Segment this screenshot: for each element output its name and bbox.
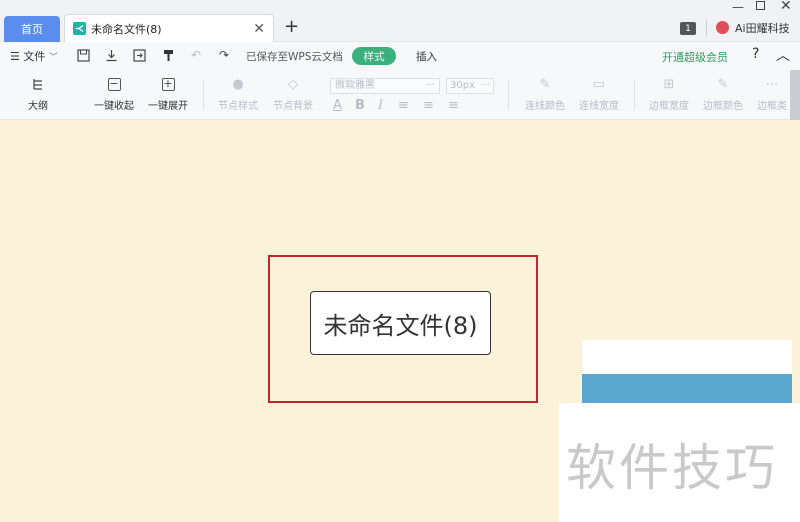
collapse-ribbon-icon[interactable]: ︿ [776,45,790,65]
tab-document-label: 未命名文件(8) [91,22,162,36]
divider [203,80,204,110]
ribbon-scroll-handle[interactable] [790,70,800,120]
thumbnail-bar [582,374,792,404]
outline-icon [30,76,46,92]
line-width-button[interactable]: ▭ 连线宽度 [579,76,619,113]
redo-icon[interactable]: ↷ [216,47,232,63]
mindmap-icon [73,22,86,35]
align-center-icon[interactable]: ≡ [423,98,434,113]
border-width-button[interactable]: ⊞ 边框宽度 [649,76,689,113]
line-color-button[interactable]: ✎ 连线颜色 [525,76,565,113]
bold-icon[interactable]: B [355,98,365,113]
maximize-icon[interactable] [756,1,765,10]
avatar[interactable] [716,21,729,34]
line-color-icon: ✎ [539,76,551,92]
line-width-icon: ▭ [592,76,606,92]
root-node-text: 未命名文件(8) [323,311,478,340]
root-node[interactable]: 未命名文件(8) [310,291,491,355]
align-right-icon[interactable]: ≡ [448,98,459,113]
font-family-select[interactable]: 微软雅黑 ··· [330,78,440,94]
file-menu[interactable]: ☰ 文件 ﹀ [10,48,58,64]
border-type-label: 边框类 [757,101,787,112]
watermark-text: 软件技巧 [566,439,778,497]
line-width-label: 连线宽度 [579,101,619,112]
divider [508,80,509,110]
paint-bucket-icon: ◇ [288,76,298,92]
download-icon[interactable] [103,47,119,63]
border-width-label: 边框宽度 [649,101,689,112]
outline-button[interactable]: 大纲 [28,76,48,112]
collapse-icon: − [107,76,121,91]
tab-style[interactable]: 样式 [352,47,396,65]
node-style-icon: ● [232,76,244,92]
italic-icon[interactable]: I [378,98,383,113]
tab-bar: 首页 未命名文件(8) ✕ + — ✕ 1 Ai田耀科技 [0,0,800,42]
close-tab-icon[interactable]: ✕ [253,21,265,37]
save-status: 已保存至WPS云文档 [246,51,343,63]
ribbon-toolbar: 大纲 − 一键收起 + 一键展开 ● 节点样式 ◇ 节点背景 微软雅黑 ··· … [0,70,800,120]
border-type-button[interactable]: ⋯ 边框类 [757,76,787,113]
menu-lines-icon: ☰ [10,50,20,63]
align-left-icon[interactable]: ≡ [398,98,409,113]
border-color-icon: ✎ [717,76,729,92]
font-family-value: 微软雅黑 [335,80,375,91]
menu-row: ☰ 文件 ﹀ ↶ ↷ 已保存至WPS云文档 样式 插入 开通超级会员 ? ︿ [0,42,800,70]
expand-icon: + [161,76,175,91]
window-count-badge[interactable]: 1 [680,22,696,35]
outline-label: 大纲 [28,101,48,112]
dropdown-dots-icon: ··· [480,80,490,91]
node-style-label: 节点样式 [218,101,258,112]
line-color-label: 连线颜色 [525,101,565,112]
border-type-icon: ⋯ [765,76,779,92]
close-window-icon[interactable]: ✕ [780,0,792,14]
thumbnail-panel [582,340,792,374]
new-tab-icon[interactable]: + [284,16,299,37]
node-bg-button[interactable]: ◇ 节点背景 [273,76,313,113]
dropdown-dots-icon: ··· [425,80,435,91]
tab-document[interactable]: 未命名文件(8) ✕ [64,14,274,42]
file-menu-label: 文件 [23,50,46,63]
tab-insert[interactable]: 插入 [416,49,437,64]
vip-link[interactable]: 开通超级会员 [662,49,728,65]
collapse-all-label: 一键收起 [94,101,134,112]
help-icon[interactable]: ? [752,46,759,62]
border-color-label: 边框颜色 [703,101,743,112]
font-size-select[interactable]: 30px ··· [446,78,494,94]
chevron-down-icon: ﹀ [48,53,58,63]
border-width-icon: ⊞ [663,76,675,92]
minimize-icon[interactable]: — [732,0,744,14]
export-icon[interactable] [131,47,147,63]
undo-icon[interactable]: ↶ [188,47,204,63]
expand-all-button[interactable]: + 一键展开 [148,76,188,112]
font-color-icon[interactable]: A [333,98,342,113]
node-style-button[interactable]: ● 节点样式 [218,76,258,113]
expand-all-label: 一键展开 [148,101,188,112]
tab-home[interactable]: 首页 [4,16,60,42]
save-icon[interactable] [75,47,91,63]
node-bg-label: 节点背景 [273,101,313,112]
divider [706,20,707,36]
user-name[interactable]: Ai田耀科技 [735,20,790,36]
font-size-value: 30px [450,80,475,91]
collapse-all-button[interactable]: − 一键收起 [94,76,134,112]
divider [634,80,635,110]
border-color-button[interactable]: ✎ 边框颜色 [703,76,743,113]
format-painter-icon[interactable] [160,47,176,63]
